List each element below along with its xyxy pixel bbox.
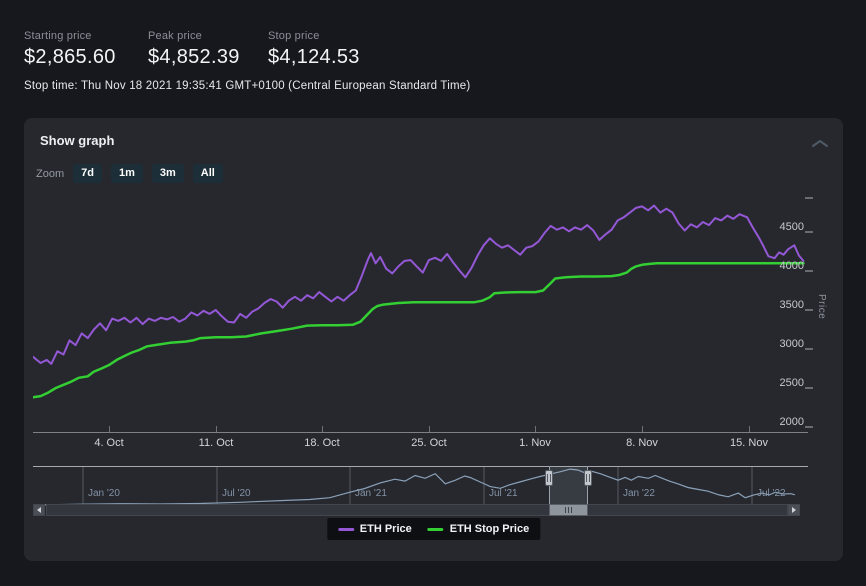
chevron-up-icon <box>811 139 829 148</box>
navigator-chart[interactable] <box>33 466 808 506</box>
x-tick-label: 1. Nov <box>519 437 551 449</box>
navigator-date-label: Jul '22 <box>757 488 786 499</box>
scrollbar-thumb[interactable] <box>549 504 588 516</box>
eth-price-line <box>33 206 803 364</box>
graph-card: Show graph Zoom 7d 1m 3m All 4. Oct 11. O… <box>24 118 843 561</box>
navigator-date-label: Jul '20 <box>222 488 251 499</box>
y-tick-label: 3000 <box>758 338 804 350</box>
y-axis-tick <box>805 309 813 311</box>
stat-value: $4,852.39 <box>148 46 240 69</box>
stat-label: Stop price <box>268 30 360 42</box>
x-tick-label: 11. Oct <box>199 437 234 449</box>
y-axis-tick <box>805 270 813 272</box>
zoom-button-1m[interactable]: 1m <box>111 164 143 183</box>
y-tick-label: 3500 <box>758 299 804 311</box>
y-axis-tick <box>805 348 813 350</box>
stat-value: $2,865.60 <box>24 46 116 69</box>
y-axis-tick <box>805 426 813 428</box>
panel-title: Show graph <box>40 133 114 148</box>
x-tick-label: 18. Oct <box>304 437 339 449</box>
navigator-date-label: Jul '21 <box>489 488 518 499</box>
navigator-window[interactable] <box>549 466 588 506</box>
zoom-label: Zoom <box>36 168 64 180</box>
zoom-button-all[interactable]: All <box>193 164 223 183</box>
y-axis-title: Price <box>816 294 827 319</box>
stat-stop-price: Stop price $4,124.53 <box>268 30 360 69</box>
y-tick-label: 4000 <box>758 260 804 272</box>
y-axis-tick <box>805 197 813 199</box>
x-axis-tick <box>535 426 536 432</box>
x-axis-tick <box>322 426 323 432</box>
stat-label: Peak price <box>148 30 240 42</box>
navigator-series-line <box>33 469 795 505</box>
legend-item-label: ETH Price <box>360 523 412 535</box>
navigator-left-handle[interactable] <box>545 470 553 486</box>
x-axis-tick <box>429 426 430 432</box>
legend-item-eth-price[interactable]: ETH Price <box>338 523 412 535</box>
stat-starting-price: Starting price $2,865.60 <box>24 30 116 69</box>
stat-value: $4,124.53 <box>268 46 360 69</box>
navigator-date-label: Jan '20 <box>88 488 120 499</box>
y-axis-tick <box>805 387 813 389</box>
price-chart <box>33 190 808 432</box>
arrow-left-icon <box>37 507 41 513</box>
arrow-right-icon <box>792 507 796 513</box>
x-axis-tick <box>109 426 110 432</box>
legend-item-eth-stop-price[interactable]: ETH Stop Price <box>428 523 529 535</box>
chart-legend: ETH Price ETH Stop Price <box>327 518 540 540</box>
legend-dash-icon <box>428 528 444 531</box>
x-axis-tick <box>642 426 643 432</box>
y-axis-tick <box>805 231 813 233</box>
y-tick-label: 2000 <box>758 416 804 428</box>
x-axis-line <box>33 432 808 433</box>
navigator-date-label: Jan '22 <box>623 488 655 499</box>
x-tick-label: 15. Nov <box>730 437 768 449</box>
scrollbar-right-button[interactable] <box>788 504 800 516</box>
x-tick-label: 8. Nov <box>626 437 658 449</box>
zoom-button-7d[interactable]: 7d <box>73 164 102 183</box>
eth-stop-price-line <box>33 263 803 397</box>
stop-time-text: Stop time: Thu Nov 18 2021 19:35:41 GMT+… <box>24 80 470 92</box>
zoom-button-3m[interactable]: 3m <box>152 164 184 183</box>
legend-dash-icon <box>338 528 354 531</box>
scrollbar-track[interactable] <box>46 504 788 516</box>
zoom-range-toolbar: Zoom 7d 1m 3m All <box>36 164 223 183</box>
y-tick-label: 2500 <box>758 377 804 389</box>
y-tick-label: 4500 <box>758 221 804 233</box>
legend-item-label: ETH Stop Price <box>450 523 529 535</box>
x-axis-tick <box>216 426 217 432</box>
stat-label: Starting price <box>24 30 116 42</box>
navigator-date-label: Jan '21 <box>355 488 387 499</box>
scrollbar-left-button[interactable] <box>33 504 45 516</box>
x-tick-label: 25. Oct <box>411 437 446 449</box>
stat-peak-price: Peak price $4,852.39 <box>148 30 240 69</box>
eth-stop-price-screen: Starting price $2,865.60 Peak price $4,8… <box>0 0 866 586</box>
navigator-right-handle[interactable] <box>584 470 592 486</box>
x-axis-tick <box>749 426 750 432</box>
collapse-panel-button[interactable] <box>809 136 831 150</box>
x-tick-label: 4. Oct <box>94 437 123 449</box>
